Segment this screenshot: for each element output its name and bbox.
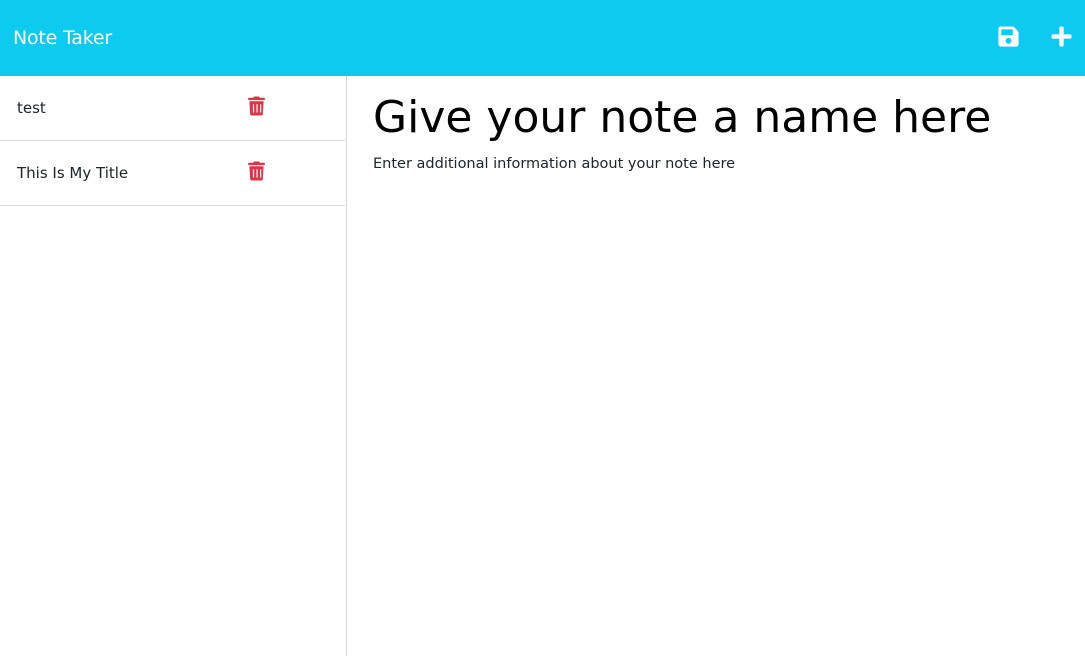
save-icon[interactable] xyxy=(997,25,1020,48)
save-icon-svg xyxy=(998,25,1019,47)
note-list: test This Is My Title xyxy=(0,76,345,206)
trash-icon[interactable] xyxy=(248,161,265,181)
brand-title[interactable]: Note Taker xyxy=(13,27,112,49)
note-list-sidebar: test This Is My Title xyxy=(0,76,347,656)
note-editor xyxy=(347,76,1085,656)
plus-icon-svg xyxy=(1051,25,1072,47)
navbar: Note Taker xyxy=(0,0,1085,76)
trash-icon-svg xyxy=(248,96,265,116)
nav-actions xyxy=(997,0,1072,76)
note-list-item[interactable]: This Is My Title xyxy=(0,141,345,206)
plus-icon[interactable] xyxy=(1050,25,1073,48)
note-title-input[interactable] xyxy=(373,90,1033,146)
note-text-area[interactable] xyxy=(373,156,1033,596)
trash-icon-svg xyxy=(248,161,265,181)
note-list-item[interactable]: test xyxy=(0,76,345,141)
note-list-item-title[interactable]: test xyxy=(17,99,46,117)
trash-icon[interactable] xyxy=(248,96,265,116)
note-list-item-title[interactable]: This Is My Title xyxy=(17,164,128,182)
